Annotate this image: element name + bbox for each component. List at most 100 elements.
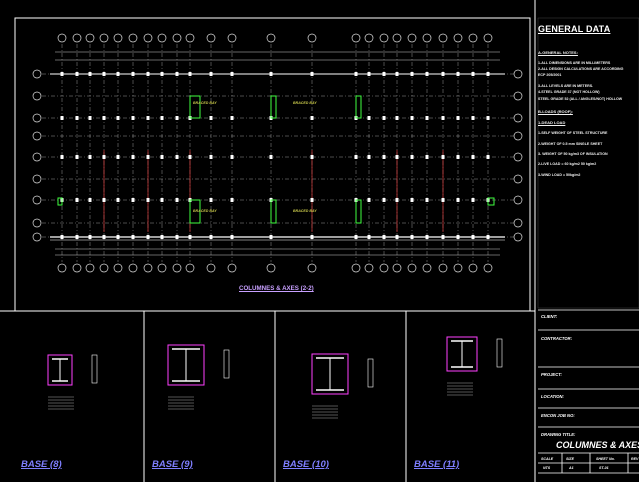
column-mark (486, 235, 490, 239)
axis-bubble (128, 33, 138, 43)
column-mark (102, 198, 106, 202)
column-mark (382, 235, 386, 239)
column-mark (425, 198, 429, 202)
general-note-line: 1-ALL DIMENSIONS ARE IN MILLIMETERS (538, 61, 611, 65)
column-mark (410, 198, 414, 202)
bracing-mark (189, 95, 201, 119)
axis-bubble (227, 263, 237, 273)
axis-bubble (364, 263, 374, 273)
column-mark (175, 235, 179, 239)
general-note-line: ECP 205/2001 (538, 73, 562, 77)
column-mark (102, 72, 106, 76)
column-mark (354, 235, 358, 239)
column-mark (441, 235, 445, 239)
axis-bubble (206, 33, 216, 43)
bay-label: BRACED BAY (193, 209, 217, 213)
axis-bubble (32, 218, 42, 228)
column-mark (60, 72, 64, 76)
general-note-line: 1-SELF WEIGHT OF STEEL STRUCTURE (538, 131, 608, 135)
general-note-line: 2-ALL DESIGN CALCULATIONS ARE ACCORDING (538, 67, 624, 71)
column-mark (382, 116, 386, 120)
column-mark (230, 72, 234, 76)
column-mark (209, 235, 213, 239)
bracing-mark (270, 199, 277, 224)
column-mark (456, 198, 460, 202)
drawing-title-label: DRAWING TITLE: (541, 432, 576, 437)
scale-value: NTS (543, 466, 551, 470)
column-mark (395, 72, 399, 76)
axis-bubble (513, 131, 523, 141)
column-mark (188, 72, 192, 76)
drawing-title: COLUMNES & AXES(2 (556, 440, 639, 450)
column-mark (354, 72, 358, 76)
axis-bubble (422, 33, 432, 43)
axis-bubble (172, 263, 182, 273)
column-mark (131, 198, 135, 202)
axis-bubble (143, 263, 153, 273)
column-mark (60, 235, 64, 239)
column-mark (75, 198, 79, 202)
bracing-mark (270, 95, 277, 119)
location-label: LOCATION: (541, 394, 564, 399)
axis-bubble (185, 33, 195, 43)
bracing-mark (355, 199, 362, 224)
axis-bubble (513, 174, 523, 184)
axis-bubble (513, 152, 523, 162)
column-mark (88, 72, 92, 76)
column-mark (441, 198, 445, 202)
column-mark (116, 198, 120, 202)
column-mark (146, 116, 150, 120)
size-header: SIZE (566, 457, 574, 461)
column-mark (395, 235, 399, 239)
column-mark (60, 116, 64, 120)
axis-bubble (172, 33, 182, 43)
axis-bubble (483, 263, 493, 273)
axis-bubble (422, 263, 432, 273)
base-section (367, 358, 374, 388)
base-detail (167, 344, 230, 410)
axis-bubble (266, 33, 276, 43)
axis-bubble (32, 113, 42, 123)
axis-bubble (307, 33, 317, 43)
base-10-label: BASE (10) (283, 459, 329, 470)
base-section (91, 354, 98, 384)
column-mark (367, 72, 371, 76)
column-mark (471, 155, 475, 159)
column-mark (131, 72, 135, 76)
axis-bubble (513, 91, 523, 101)
axis-bubble (85, 263, 95, 273)
column-mark (269, 72, 273, 76)
axis-bubble (57, 33, 67, 43)
column-mark (456, 235, 460, 239)
axis-bubble (32, 91, 42, 101)
column-mark (441, 116, 445, 120)
axis-bubble (266, 263, 276, 273)
axis-bubble (32, 195, 42, 205)
column-mark (367, 198, 371, 202)
column-mark (310, 116, 314, 120)
rev-header: REV (631, 457, 639, 461)
general-note-line: 2-LIVE LOAD = 60 kg/m2 50 kg/m2 (538, 162, 597, 166)
column-mark (75, 235, 79, 239)
project-label: PROJECT: (541, 372, 562, 377)
axis-bubble (513, 69, 523, 79)
axis-bubble (32, 131, 42, 141)
column-mark (486, 116, 490, 120)
axis-bubble (392, 33, 402, 43)
plan-frame (14, 17, 531, 312)
column-mark (209, 155, 213, 159)
column-mark (116, 72, 120, 76)
column-mark (102, 155, 106, 159)
column-mark (131, 116, 135, 120)
axis-bubble (32, 232, 42, 242)
base-detail (47, 354, 98, 410)
axis-bubble (379, 33, 389, 43)
job-no-label: ENCON JOB NO: (541, 413, 575, 418)
axis-bubble (32, 69, 42, 79)
column-mark (209, 198, 213, 202)
column-mark (382, 198, 386, 202)
column-mark (425, 116, 429, 120)
axis-bubble (513, 232, 523, 242)
general-note-line: 3-ALL LEVELS ARE IN METERS. (538, 84, 594, 88)
bay-label: BRACED BAY (293, 209, 317, 213)
